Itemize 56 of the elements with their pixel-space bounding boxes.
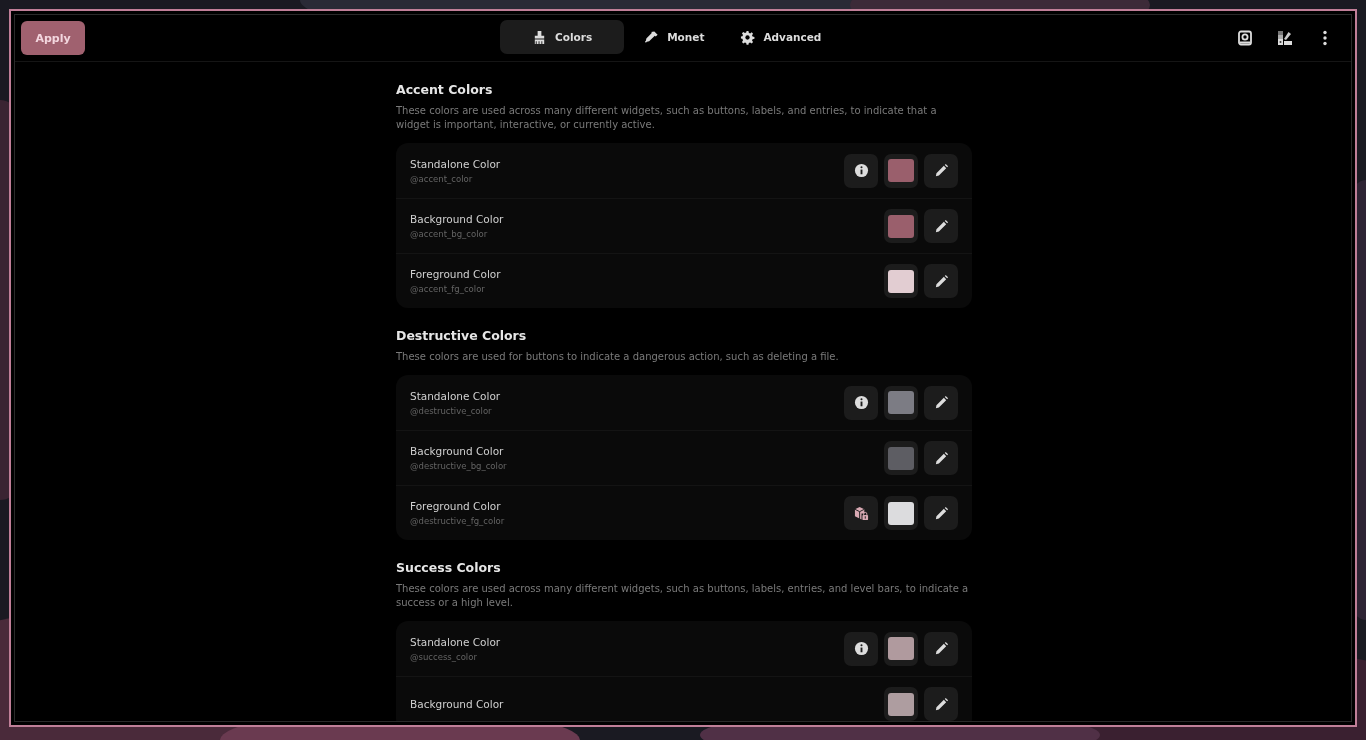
variable-name: @destructive_fg_color bbox=[410, 516, 506, 526]
row-title: Background Color bbox=[410, 213, 505, 225]
section-description: These colors are used across many different widgets, such as buttons, labels, entries, and level bars, to indicate a success or a high level. bbox=[396, 582, 970, 610]
info-button[interactable] bbox=[844, 153, 878, 188]
brush-icon bbox=[532, 29, 547, 45]
status-button[interactable] bbox=[844, 496, 878, 530]
edit-button[interactable] bbox=[924, 441, 958, 475]
pencil-icon bbox=[933, 641, 949, 656]
edit-button[interactable] bbox=[924, 687, 958, 721]
pencil-icon bbox=[933, 218, 949, 234]
color-swatch-button[interactable] bbox=[884, 385, 918, 420]
package-lock-icon bbox=[853, 505, 869, 521]
info-icon bbox=[853, 163, 869, 178]
row-title: Foreground Color bbox=[410, 268, 502, 280]
section-title: Destructive Colors bbox=[396, 328, 528, 343]
section-description: These colors are used across many different widgets, such as buttons, labels, and entries, to indicate that a widget is important, interactive, or currently active. bbox=[396, 104, 938, 132]
pencil-icon bbox=[933, 273, 949, 289]
edit-button[interactable] bbox=[924, 153, 958, 188]
tab[interactable]: Colors bbox=[500, 20, 625, 54]
variable-name: @accent_color bbox=[410, 173, 474, 184]
row-title: Foreground Color bbox=[410, 500, 502, 512]
tab[interactable]: Monet bbox=[628, 20, 721, 54]
variable-name: @destructive_color bbox=[410, 405, 493, 416]
edit-button[interactable] bbox=[924, 631, 958, 666]
pencil-icon bbox=[933, 696, 949, 712]
row-title: Standalone Color bbox=[410, 157, 502, 170]
variable-name: @accent_fg_color bbox=[410, 284, 486, 294]
info-icon bbox=[853, 641, 869, 656]
dropper-icon bbox=[644, 29, 660, 45]
pencil-icon bbox=[933, 395, 949, 410]
edit-button[interactable] bbox=[924, 385, 958, 420]
gear-icon bbox=[740, 29, 756, 45]
edit-button[interactable] bbox=[924, 496, 958, 530]
variable-name: @success_color bbox=[410, 651, 478, 662]
color-swatch-button[interactable] bbox=[884, 153, 918, 188]
section-description: These colors are used for buttons to indicate a dangerous action, such as deleting a file. bbox=[396, 350, 840, 364]
variable-name: @destructive_bg_color bbox=[410, 461, 508, 471]
row-title: Standalone Color bbox=[410, 389, 502, 402]
section-title: Success Colors bbox=[396, 560, 502, 575]
photo-icon bbox=[1237, 30, 1253, 46]
palette-icon bbox=[1277, 30, 1293, 46]
edit-button[interactable] bbox=[924, 209, 958, 243]
info-icon bbox=[853, 395, 869, 410]
edit-button[interactable] bbox=[924, 264, 958, 298]
info-button[interactable] bbox=[844, 631, 878, 666]
section-title: Accent Colors bbox=[396, 82, 494, 97]
pencil-icon bbox=[933, 450, 949, 466]
pencil-icon bbox=[933, 163, 949, 178]
row-title: Background Color bbox=[410, 698, 505, 710]
pencil-icon bbox=[933, 505, 949, 521]
tab[interactable]: Advanced bbox=[724, 20, 838, 54]
row-title: Standalone Color bbox=[410, 635, 502, 648]
variable-name: @accent_bg_color bbox=[410, 229, 489, 239]
info-button[interactable] bbox=[844, 385, 878, 420]
row-title: Background Color bbox=[410, 445, 505, 457]
color-swatch-button[interactable] bbox=[884, 631, 918, 666]
